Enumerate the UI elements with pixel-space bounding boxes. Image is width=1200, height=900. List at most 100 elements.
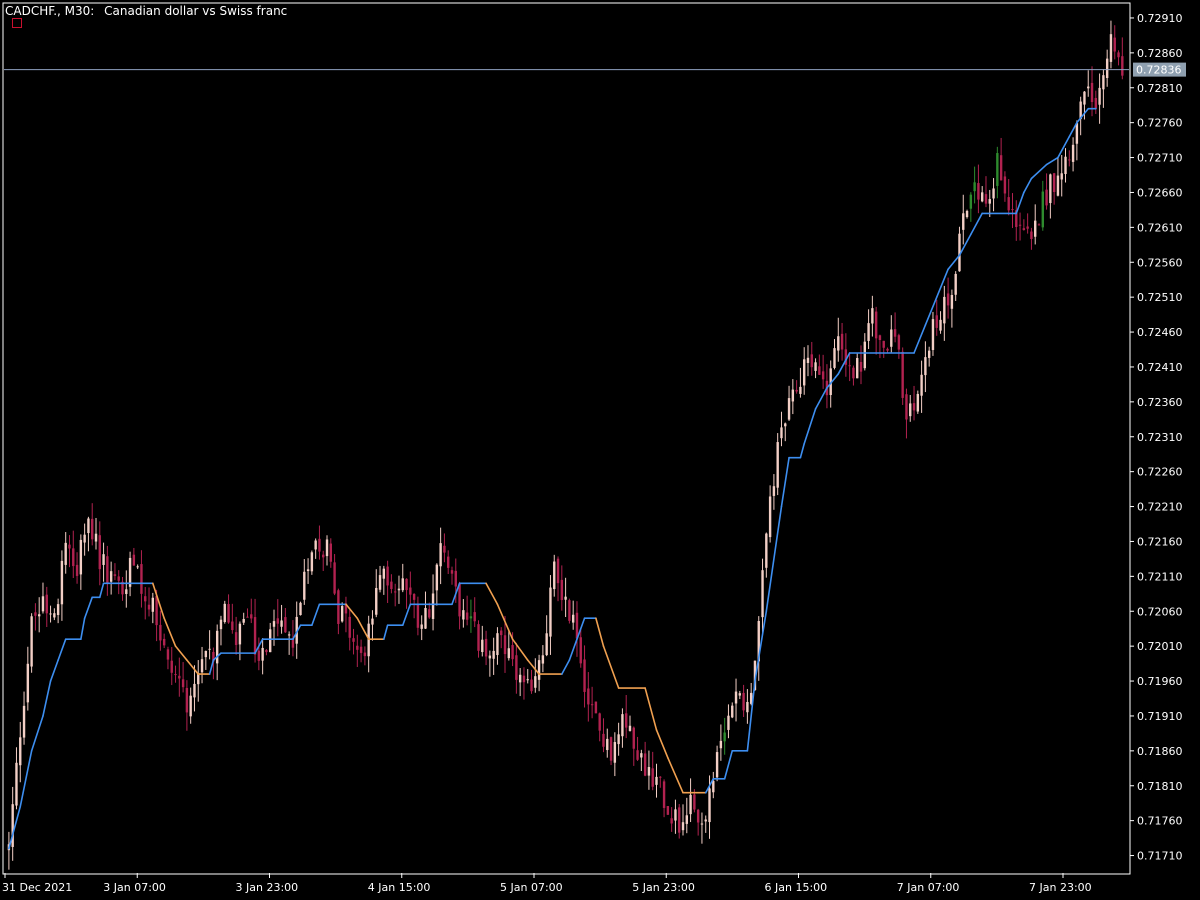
candle-body	[458, 583, 461, 617]
candle-body	[935, 315, 938, 328]
candle-body	[314, 540, 317, 550]
candle-body	[651, 768, 654, 787]
candle-body	[1030, 231, 1033, 240]
candle-body	[746, 701, 749, 713]
y-tick-label: 0.71710	[1137, 850, 1183, 863]
y-tick-label: 0.71860	[1137, 745, 1183, 758]
candle-body	[772, 486, 776, 496]
candle-body	[435, 564, 439, 591]
candle-body	[882, 340, 885, 348]
candle-body	[416, 604, 420, 628]
candle-body	[678, 807, 681, 833]
candle-body	[590, 704, 594, 706]
candle-body	[579, 637, 582, 664]
candle-body	[833, 348, 836, 368]
candle-body	[215, 630, 219, 664]
candle-body	[1098, 87, 1101, 105]
candle-body	[1011, 209, 1014, 211]
candle-body	[204, 650, 208, 658]
candle-body	[45, 594, 48, 614]
candle-body	[1056, 175, 1060, 196]
y-tick-label: 0.72510	[1137, 291, 1183, 304]
y-tick-label: 0.72860	[1137, 47, 1183, 60]
candle-body	[1041, 191, 1044, 228]
candle-body	[719, 740, 723, 749]
candle-body	[257, 650, 261, 661]
y-tick-label: 0.72610	[1137, 221, 1183, 234]
x-tick-label: 3 Jan 07:00	[103, 881, 166, 894]
candle-body	[886, 348, 889, 351]
candle-body	[75, 564, 79, 576]
candle-body	[1121, 56, 1124, 76]
candle-body	[359, 646, 363, 653]
candle-body	[973, 182, 976, 192]
candle-body	[606, 738, 609, 751]
candle-body	[378, 575, 382, 590]
candle-body	[848, 365, 851, 367]
candle-body	[1102, 75, 1105, 90]
candle-body	[329, 543, 333, 562]
candle-body	[689, 794, 692, 815]
candle-body	[322, 554, 325, 558]
candle-body	[549, 587, 552, 637]
candle-body	[1105, 58, 1109, 79]
candle-body	[874, 311, 878, 339]
current-price-label: 0.72836	[1136, 64, 1182, 77]
candle-body	[34, 612, 37, 616]
candle-body	[371, 618, 374, 625]
candle-body	[1064, 156, 1067, 175]
candle-body	[132, 554, 136, 566]
candle-body	[19, 737, 22, 766]
candle-body	[113, 574, 117, 576]
candle-body	[420, 624, 423, 629]
candle-body	[189, 695, 192, 717]
candle-body	[409, 587, 412, 595]
y-tick-label: 0.72460	[1137, 326, 1183, 339]
candle-body	[250, 614, 253, 619]
candle-body	[488, 655, 492, 659]
candle-body	[223, 603, 226, 623]
candle-body	[927, 350, 931, 358]
price-chart[interactable]: 0.72836 0.72910 0.72860 0.72810 0.72760 0.72…	[0, 0, 1200, 900]
candle-body	[674, 809, 677, 821]
candle-body	[91, 518, 94, 540]
x-tick-label: 5 Jan 07:00	[500, 881, 563, 894]
x-tick-label: 6 Jan 15:00	[765, 881, 828, 894]
candle-body	[393, 591, 397, 593]
candle-body	[526, 679, 529, 681]
y-tick-label: 0.72360	[1137, 396, 1183, 409]
candle-body	[401, 578, 404, 591]
candle-body	[140, 564, 143, 594]
y-tick-label: 0.72210	[1137, 501, 1183, 514]
candle-body	[666, 806, 670, 815]
y-tick-label: 0.71810	[1137, 780, 1183, 793]
candle-body	[632, 727, 635, 749]
candle-body	[1087, 86, 1090, 89]
x-tick-label: 31 Dec 2021	[2, 881, 72, 894]
candle-body	[905, 394, 908, 420]
candle-body	[106, 556, 109, 584]
candle-body	[227, 604, 230, 623]
candle-body	[598, 713, 601, 731]
candle-body	[700, 823, 704, 825]
candle-body	[484, 638, 488, 657]
candle-body	[602, 733, 605, 747]
candle-body	[613, 742, 617, 763]
candle-body	[791, 389, 795, 402]
candle-body	[424, 607, 427, 629]
y-tick-label: 0.72810	[1137, 82, 1183, 95]
candle-body	[810, 354, 813, 368]
candle-body	[1049, 174, 1052, 204]
candle-body	[503, 635, 507, 655]
candle-body	[852, 367, 855, 379]
candle-body	[727, 715, 730, 730]
candle	[916, 390, 920, 414]
candle-body	[147, 604, 151, 610]
candle	[901, 347, 904, 405]
candle-body	[806, 357, 810, 363]
candle-body	[954, 273, 957, 295]
candle-body	[1075, 123, 1079, 144]
square-icon[interactable]	[12, 18, 22, 28]
candle-body	[68, 544, 71, 549]
candle-body	[325, 539, 329, 557]
